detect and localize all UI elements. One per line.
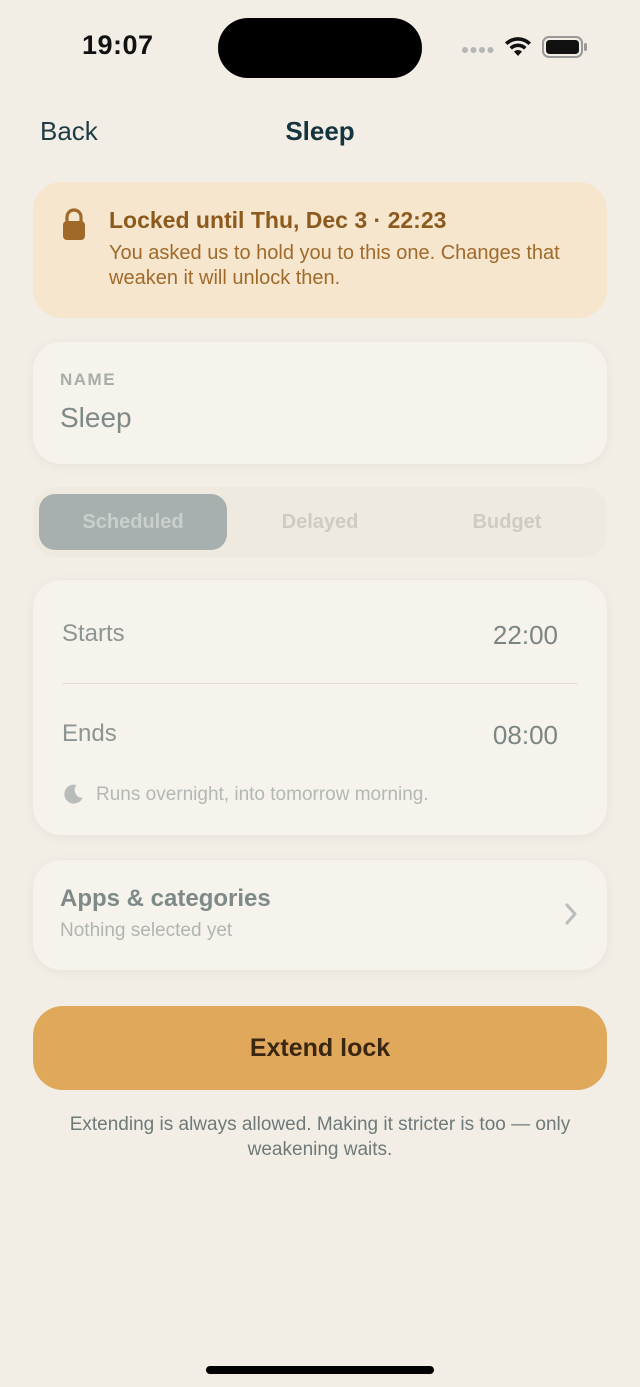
apps-categories-row[interactable] <box>33 860 607 970</box>
page-title: Sleep <box>285 116 355 146</box>
divider <box>62 683 578 684</box>
lock-subtitle: You asked us to hold you to this one. Ch… <box>109 242 560 289</box>
ends-label: Ends <box>62 720 117 747</box>
status-time: 19:07 <box>82 30 154 60</box>
dynamic-island <box>218 18 422 78</box>
moon-icon <box>62 783 84 810</box>
lock-icon <box>62 208 86 246</box>
overnight-note: Runs overnight, into tomorrow morning. <box>96 784 429 805</box>
name-label: NAME <box>60 370 117 389</box>
signal-icon <box>462 41 494 59</box>
tab-scheduled[interactable]: Scheduled <box>39 494 227 550</box>
ends-time-picker[interactable]: 08:00 <box>493 720 558 751</box>
extend-lock-button[interactable]: Extend lock <box>33 1006 607 1090</box>
apps-title: Apps & categories <box>60 885 271 912</box>
starts-time-picker[interactable]: 22:00 <box>493 620 558 651</box>
lock-title: Locked until Thu, Dec 3 · 22:23 <box>109 207 447 233</box>
wifi-icon <box>504 36 532 63</box>
chevron-right-icon <box>564 903 578 930</box>
tab-budget[interactable]: Budget <box>413 494 601 550</box>
battery-icon <box>542 36 588 63</box>
apps-subtitle: Nothing selected yet <box>60 920 233 941</box>
home-indicator[interactable] <box>206 1366 434 1374</box>
tab-delayed[interactable]: Delayed <box>226 494 414 550</box>
footnote: Extending is always allowed. Making it s… <box>69 1114 571 1160</box>
status-icons <box>462 36 588 63</box>
name-input[interactable]: Sleep <box>60 402 132 434</box>
starts-label: Starts <box>62 620 125 647</box>
